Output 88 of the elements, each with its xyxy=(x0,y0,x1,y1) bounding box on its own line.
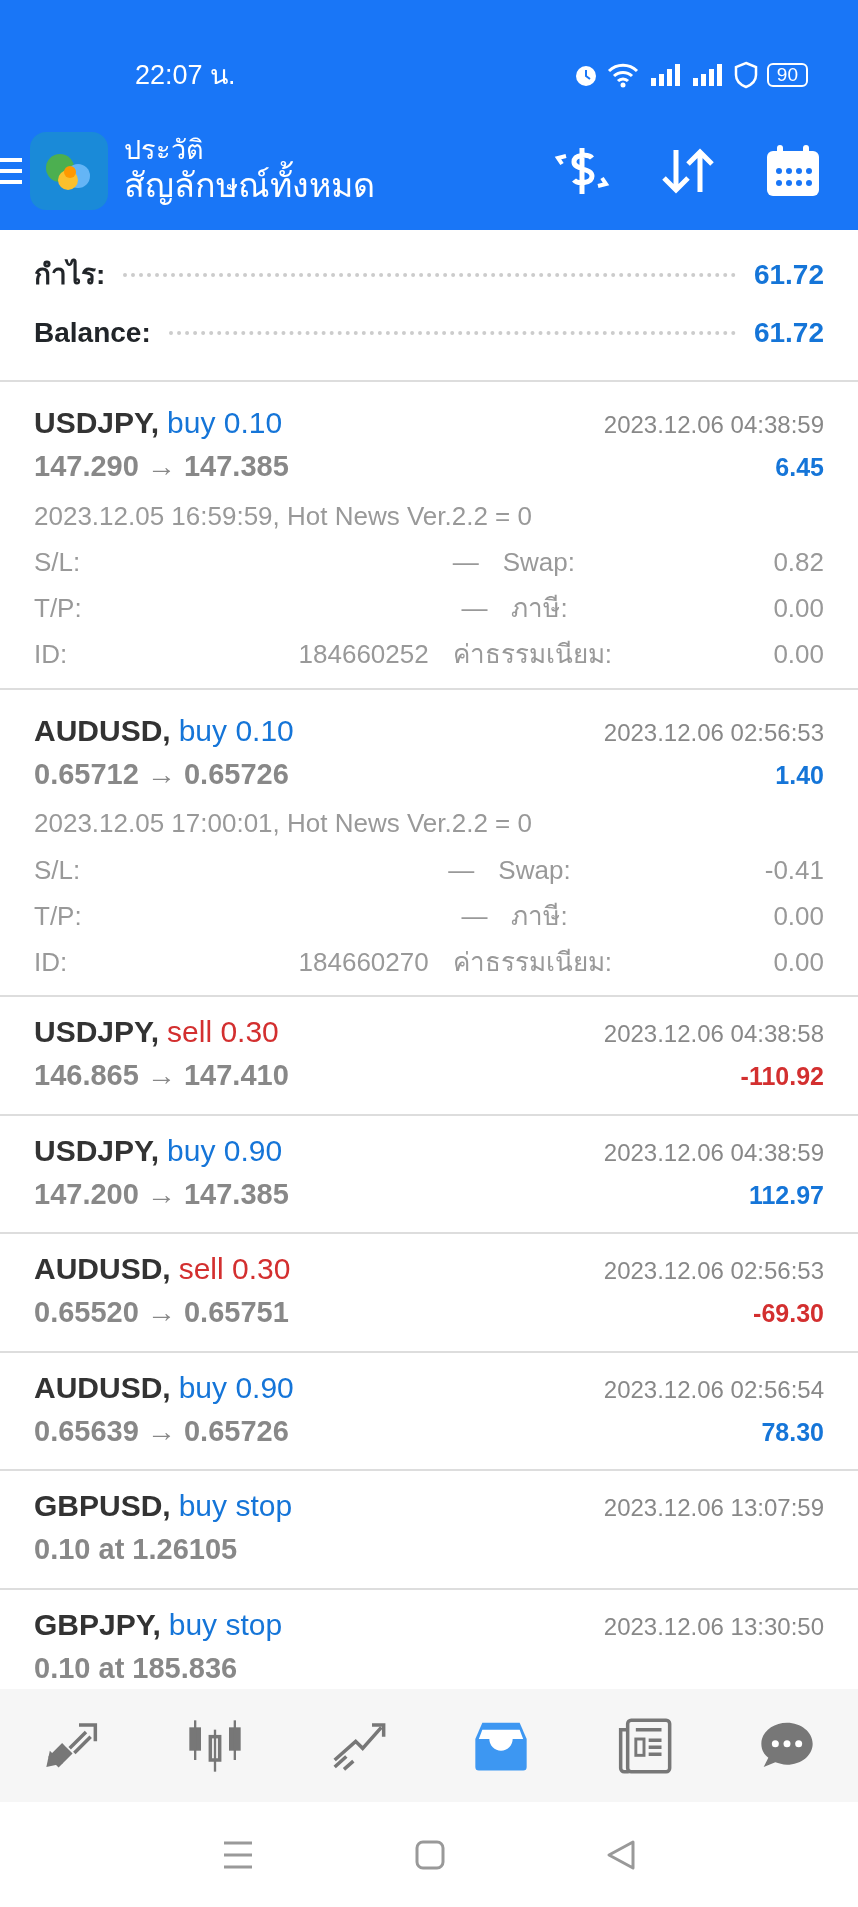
order-type: buy 0.90 xyxy=(178,1370,294,1404)
summary-value: 61.72 xyxy=(753,258,824,292)
order-type: buy 0.10 xyxy=(167,406,283,439)
trade-profit: 112.97 xyxy=(748,1179,824,1211)
screen-title: ประวัติ xyxy=(124,135,204,165)
trade-prices: 0.10 at 185.836 xyxy=(34,1650,238,1686)
detail-value: — xyxy=(447,853,475,887)
trade-prices: 0.10 at 1.26105 xyxy=(34,1532,238,1567)
detail-value: 0.00 xyxy=(773,592,824,625)
trade-row[interactable]: AUDUSD, buy 0.10 2023.12.06 02:56:53 0.65712 → 0.65726 1.40 2023.12.05 17:00:01, Hot News Ver.2.2 = 0 S/L: — Swap: -0.41 T/P: — ภาษี: 0.00 ID: 184660270 ค่าธรรมเนียม: 0.00 xyxy=(0,687,858,995)
detail-value: 0.00 xyxy=(773,899,824,933)
detail-value: 184660252 xyxy=(297,638,429,671)
symbol-name: AUDUSD, xyxy=(34,1370,171,1404)
order-type: sell 0.30 xyxy=(178,1252,291,1285)
symbol-name: AUDUSD, xyxy=(34,1252,171,1285)
status-time: 22:07 น. xyxy=(135,58,236,92)
detail-label: Swap: xyxy=(498,853,571,887)
detail-label: S/L: xyxy=(34,546,81,579)
detail-label: ID: xyxy=(34,945,68,979)
symbol-name: USDJPY, xyxy=(34,406,160,439)
trade-row[interactable]: GBPUSD, buy stop 2023.12.06 13:07:59 0.10 at 1.26105 xyxy=(0,1469,858,1588)
detail-value: — xyxy=(451,546,479,579)
calendar-icon[interactable] xyxy=(764,143,822,199)
summary-value: 61.72 xyxy=(753,316,824,350)
wifi-icon xyxy=(606,62,641,88)
detail-label: T/P: xyxy=(34,592,82,625)
trade-time: 2023.12.06 13:30:50 xyxy=(603,1611,824,1642)
sort-icon[interactable] xyxy=(660,146,716,196)
detail-label: Swap: xyxy=(502,546,575,579)
app-logo-icon xyxy=(30,132,108,210)
summary-label: Balance: xyxy=(34,316,151,350)
shield-icon xyxy=(732,61,759,89)
trade-comment: 2023.12.05 16:59:59, Hot News Ver.2.2 = 0 xyxy=(34,499,533,533)
trade-time: 2023.12.06 02:56:54 xyxy=(603,1374,824,1405)
trade-prices: 147.200 → 147.385 xyxy=(34,1176,289,1212)
battery-level: 90 xyxy=(766,62,808,88)
trade-row[interactable]: USDJPY, sell 0.30 2023.12.06 04:38:58 146.865 → 147.410 -110.92 xyxy=(0,995,858,1114)
detail-label: S/L: xyxy=(34,853,81,887)
summary-label: กำไร: xyxy=(34,257,106,292)
order-type: buy 0.10 xyxy=(178,713,294,747)
trade-prices: 146.865 → 147.410 xyxy=(34,1058,289,1093)
menu-icon[interactable] xyxy=(222,1839,254,1870)
trade-row[interactable]: AUDUSD, buy 0.90 2023.12.06 02:56:54 0.65639 → 0.65726 78.30 xyxy=(0,1350,858,1469)
detail-value: 184660270 xyxy=(297,945,429,979)
order-type: sell 0.30 xyxy=(167,1015,279,1048)
order-type: buy stop xyxy=(168,1607,283,1641)
symbol-name: AUDUSD, xyxy=(34,713,171,747)
trade-time: 2023.12.06 13:07:59 xyxy=(603,1493,824,1523)
symbol-name: USDJPY, xyxy=(34,1133,160,1167)
trade-comment: 2023.12.05 17:00:01, Hot News Ver.2.2 = 0 xyxy=(34,807,533,840)
trade-prices: 147.290 → 147.385 xyxy=(34,449,289,484)
trade-time: 2023.12.06 02:56:53 xyxy=(603,717,824,748)
detail-label: ID: xyxy=(34,638,68,671)
trade-time: 2023.12.06 02:56:53 xyxy=(603,1256,824,1286)
detail-label: ค่าธรรมเนียม: xyxy=(452,638,612,671)
detail-value: — xyxy=(460,899,488,933)
trade-row[interactable]: AUDUSD, sell 0.30 2023.12.06 02:56:53 0.65520 → 0.65751 -69.30 xyxy=(0,1232,858,1351)
detail-value: 0.82 xyxy=(773,546,824,579)
trade-prices: 0.65520 → 0.65751 xyxy=(34,1295,289,1330)
detail-value: — xyxy=(460,592,488,625)
trade-profit: 78.30 xyxy=(761,1416,824,1448)
symbol-name: USDJPY, xyxy=(34,1015,160,1048)
detail-value: -0.41 xyxy=(764,853,824,887)
trade-profit: -110.92 xyxy=(740,1061,824,1092)
order-type: buy stop xyxy=(178,1489,293,1522)
signal-icon xyxy=(648,62,683,88)
detail-value: 0.00 xyxy=(773,638,824,671)
trade-time: 2023.12.06 04:38:58 xyxy=(603,1019,824,1049)
trade-profit: 6.45 xyxy=(775,452,824,483)
detail-label: T/P: xyxy=(34,899,82,933)
symbol-name: GBPJPY, xyxy=(34,1607,161,1641)
trade-prices: 0.65639 → 0.65726 xyxy=(34,1413,289,1449)
symbol-name: GBPUSD, xyxy=(34,1489,171,1522)
detail-value: 0.00 xyxy=(773,945,824,979)
detail-label: ภาษี: xyxy=(511,899,568,933)
back-icon[interactable] xyxy=(606,1838,636,1871)
detail-label: ค่าธรรมเนียม: xyxy=(452,945,612,979)
order-type: buy 0.90 xyxy=(167,1133,283,1167)
home-icon[interactable] xyxy=(414,1838,446,1871)
trade-prices: 0.65712 → 0.65726 xyxy=(34,756,289,792)
trade-profit: 1.40 xyxy=(775,759,824,791)
trade-time: 2023.12.06 04:38:59 xyxy=(603,410,824,440)
signal-icon xyxy=(690,62,725,88)
detail-label: ภาษี: xyxy=(511,592,568,625)
trade-profit: -69.30 xyxy=(753,1298,824,1329)
trade-time: 2023.12.06 04:38:59 xyxy=(603,1137,824,1168)
trade-row[interactable]: USDJPY, buy 0.90 2023.12.06 04:38:59 147.200 → 147.385 112.97 xyxy=(0,1113,858,1232)
trade-row[interactable]: USDJPY, buy 0.10 2023.12.06 04:38:59 147.290 → 147.385 6.45 2023.12.05 16:59:59, Hot News Ver.2.2 = 0 S/L: — Swap: 0.82 T/P: — ภาษี: 0.00 ID: 184660252 ค่าธรรมเนียม: 0.00 xyxy=(0,380,858,688)
